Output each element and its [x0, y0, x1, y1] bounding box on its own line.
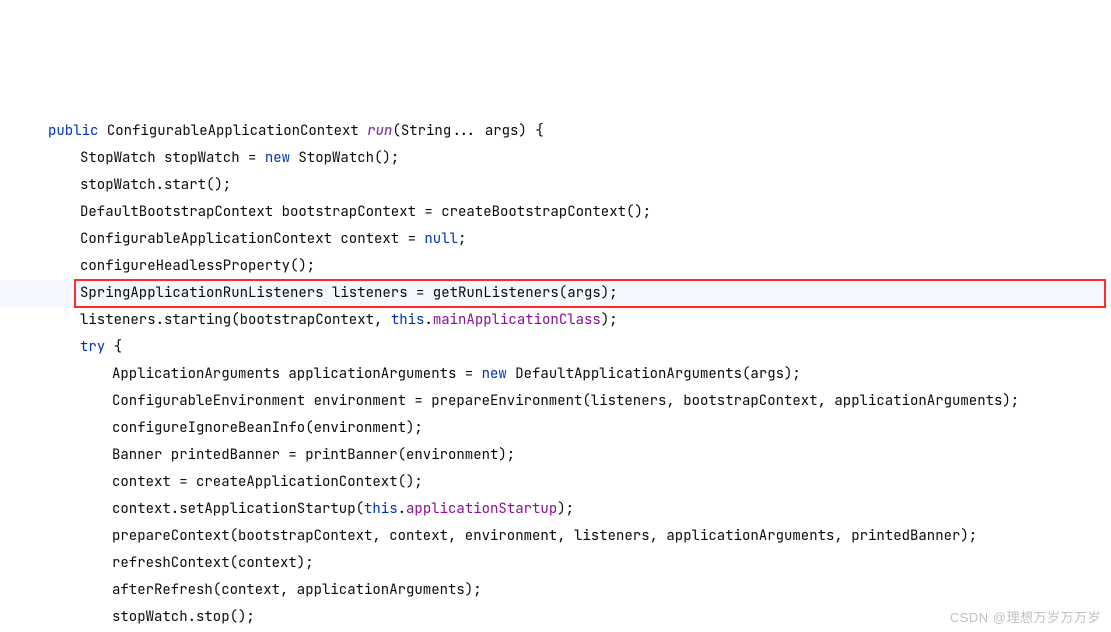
- code-token: (String... args) {: [392, 122, 543, 140]
- code-line[interactable]: afterRefresh(context, applicationArgumen…: [10, 577, 1111, 604]
- code-token: stopWatch.stop();: [112, 608, 255, 626]
- code-token: configureHeadlessProperty();: [80, 257, 315, 275]
- code-token: .: [398, 500, 406, 518]
- code-token: applicationStartup: [406, 500, 557, 518]
- code-token: ApplicationArguments applicationArgument…: [112, 365, 482, 383]
- code-token: this: [364, 500, 398, 518]
- code-token: );: [557, 500, 574, 518]
- code-token: refreshContext(context);: [112, 554, 314, 572]
- code-token: Banner printedBanner = printBanner(envir…: [112, 446, 515, 464]
- code-line[interactable]: try {: [10, 334, 1111, 361]
- code-token: public: [48, 122, 107, 140]
- code-line[interactable]: ConfigurableApplicationContext context =…: [10, 226, 1111, 253]
- code-line[interactable]: Banner printedBanner = printBanner(envir…: [10, 442, 1111, 469]
- code-token: StopWatch();: [298, 149, 399, 167]
- code-token: new: [265, 149, 299, 167]
- code-line[interactable]: ConfigurableEnvironment environment = pr…: [10, 388, 1111, 415]
- code-token: prepareContext(bootstrapContext, context…: [112, 527, 977, 545]
- code-token: afterRefresh(context, applicationArgumen…: [112, 581, 482, 599]
- code-token: SpringApplicationRunListeners listeners …: [80, 284, 618, 302]
- code-line[interactable]: configureIgnoreBeanInfo(environment);: [10, 415, 1111, 442]
- code-line[interactable]: configureHeadlessProperty();: [10, 253, 1111, 280]
- code-line[interactable]: StopWatch stopWatch = new StopWatch();: [10, 145, 1111, 172]
- code-token: .: [424, 311, 432, 329]
- code-line[interactable]: public ConfigurableApplicationContext ru…: [10, 118, 1111, 145]
- code-token: mainApplicationClass: [433, 311, 601, 329]
- code-token: this: [391, 311, 425, 329]
- code-token: configureIgnoreBeanInfo(environment);: [112, 419, 423, 437]
- code-token: try: [80, 338, 114, 356]
- code-token: );: [601, 311, 618, 329]
- code-line[interactable]: context = createApplicationContext();: [10, 469, 1111, 496]
- code-token: context = createApplicationContext();: [112, 473, 423, 491]
- code-token: listeners.starting(bootstrapContext,: [80, 311, 391, 329]
- code-token: StopWatch stopWatch =: [80, 149, 265, 167]
- code-line[interactable]: stopWatch.start();: [10, 172, 1111, 199]
- code-line[interactable]: stopWatch.stop();: [10, 604, 1111, 631]
- code-line[interactable]: prepareContext(bootstrapContext, context…: [10, 523, 1111, 550]
- code-line[interactable]: refreshContext(context);: [10, 550, 1111, 577]
- code-token: ;: [458, 230, 466, 248]
- code-lines-container[interactable]: public ConfigurableApplicationContext ru…: [10, 118, 1111, 632]
- code-token: run: [367, 122, 392, 140]
- code-token: stopWatch.start();: [80, 176, 231, 194]
- code-token: {: [114, 338, 122, 356]
- code-token: null: [424, 230, 458, 248]
- code-line[interactable]: context.setApplicationStartup(this.appli…: [10, 496, 1111, 523]
- code-token: ConfigurableApplicationContext: [107, 122, 367, 140]
- code-token: new: [482, 365, 516, 383]
- code-viewer: public ConfigurableApplicationContext ru…: [0, 0, 1111, 632]
- code-token: ConfigurableEnvironment environment = pr…: [112, 392, 1019, 410]
- code-token: DefaultBootstrapContext bootstrapContext…: [80, 203, 651, 221]
- code-line[interactable]: ApplicationArguments applicationArgument…: [10, 361, 1111, 388]
- code-line[interactable]: DefaultBootstrapContext bootstrapContext…: [10, 199, 1111, 226]
- code-line[interactable]: listeners.starting(bootstrapContext, thi…: [10, 307, 1111, 334]
- code-token: ConfigurableApplicationContext context =: [80, 230, 424, 248]
- code-token: DefaultApplicationArguments(args);: [515, 365, 801, 383]
- code-token: context.setApplicationStartup(: [112, 500, 364, 518]
- code-line[interactable]: SpringApplicationRunListeners listeners …: [10, 280, 1111, 307]
